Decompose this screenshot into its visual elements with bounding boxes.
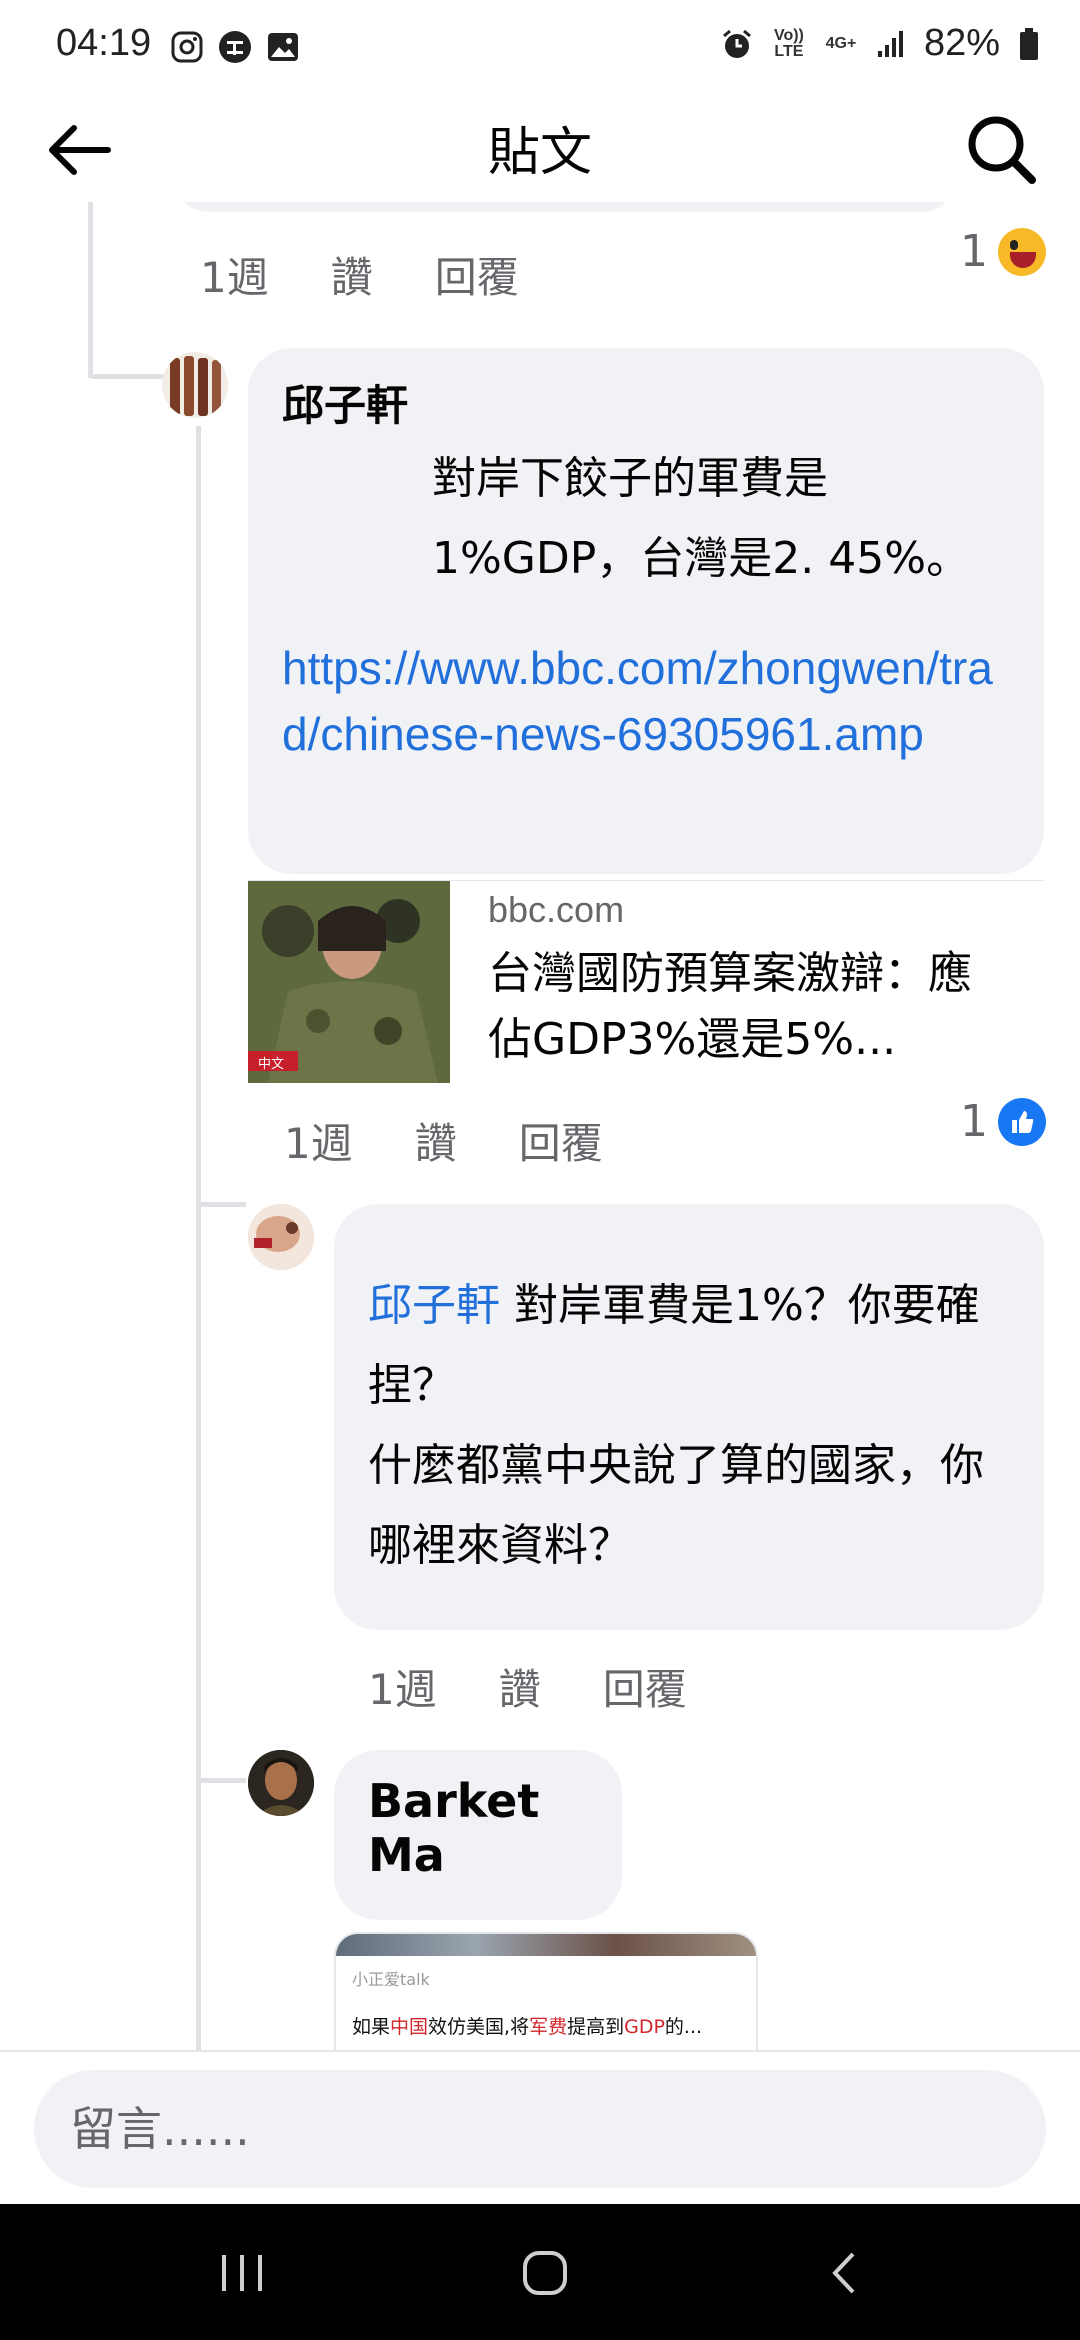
like-icon: [998, 1097, 1046, 1146]
comment-link[interactable]: https://www.bbc.com/zhongwen/trad/chines…: [282, 635, 1010, 767]
reply-button[interactable]: 回覆: [435, 244, 519, 305]
reaction-summary[interactable]: 1: [960, 1096, 1046, 1147]
thread-line: [88, 374, 164, 379]
preview-badge: 中文: [258, 1057, 285, 1072]
shared-title-part: 中国: [390, 2016, 429, 2038]
like-button[interactable]: 讚: [499, 1656, 541, 1717]
comment-time: 1週: [284, 1119, 353, 1168]
shared-post-source: 小正爱talk: [352, 1970, 430, 1989]
comment-text-content: 對岸下餃子的軍費是1%GDP，台灣是2. 45%。: [432, 453, 971, 584]
recent-apps-icon: [222, 2255, 262, 2291]
shared-post-title: 如果中国效仿美国,将军费提高到GDP的...: [352, 2012, 702, 2039]
reaction-count: 1: [960, 1096, 988, 1147]
top-app-bar: 貼文: [0, 92, 1080, 202]
home-button[interactable]: [510, 2238, 580, 2308]
comment-actions: 1週 讚 回覆: [284, 1110, 603, 1171]
avatar[interactable]: [248, 1204, 314, 1270]
page-title: 貼文: [487, 123, 592, 183]
comment-composer: [0, 2050, 1080, 2204]
status-indicators: Vo)) LTE 4G+ 82%: [720, 22, 1040, 65]
reply-button[interactable]: 回覆: [603, 1656, 687, 1717]
comment-input[interactable]: [34, 2070, 1046, 2188]
shared-title-part: 军费: [529, 2016, 568, 2038]
reaction-count: 1: [960, 226, 988, 277]
like-button[interactable]: 讚: [415, 1110, 457, 1171]
comment-author[interactable]: Barket Ma: [368, 1774, 588, 1882]
app-notification-icon: [219, 31, 251, 63]
avatar-image: [248, 1750, 314, 1816]
link-preview-title: 台灣國防預算案激辯：應佔GDP3%還是5%...: [488, 948, 972, 1065]
comment-text: 對岸下餃子的軍費是1%GDP，台灣是2. 45%。: [282, 439, 1010, 599]
search-icon[interactable]: [960, 108, 1040, 188]
reply-actions: 1週 讚 回覆: [368, 1656, 687, 1717]
avatar-image: [162, 352, 228, 418]
alarm-icon: [722, 29, 751, 58]
reply-button[interactable]: 回覆: [519, 1110, 603, 1171]
link-preview-domain: bbc.com: [488, 889, 625, 930]
shared-title-part: GDP: [624, 2016, 665, 2038]
home-icon: [523, 2251, 567, 2295]
comment-bubble: 邱子軒 對岸下餃子的軍費是1%GDP，台灣是2. 45%。 https://ww…: [248, 348, 1044, 874]
recent-apps-button[interactable]: [208, 2238, 278, 2308]
shared-title-part: 提高到: [567, 2016, 625, 2038]
thread-line: [88, 202, 93, 378]
comment-author[interactable]: 邱子軒: [282, 372, 1010, 433]
shared-title-part: 如果: [352, 2016, 391, 2038]
avatar[interactable]: [162, 352, 228, 418]
comment-time: 1週: [368, 1665, 437, 1714]
previous-comment-actions: 1週 讚 回覆: [200, 244, 519, 305]
battery-icon: [1020, 27, 1038, 60]
reaction-summary[interactable]: 1: [960, 226, 1046, 277]
reply-bubble: 邱子軒 對岸軍費是1%？你要確捏？ 什麼都黨中央說了算的國家，你哪裡來資料？: [334, 1204, 1044, 1630]
status-time: 04:19: [56, 22, 152, 64]
reply-text-line2: 什麼都黨中央說了算的國家，你哪裡來資料？: [368, 1440, 984, 1571]
shared-title-part: 的...: [664, 2016, 703, 2038]
system-nav-bar: [0, 2204, 1080, 2340]
thread-line: [196, 1202, 246, 1207]
mention-link[interactable]: 邱子軒: [368, 1280, 500, 1331]
link-preview-image: 中文: [248, 881, 450, 1083]
thread-line: [196, 1778, 246, 1783]
shared-post-card[interactable]: 小正爱talk 如果中国效仿美国,将军费提高到GDP的...: [334, 1932, 758, 2050]
comment-time: 1週: [200, 253, 269, 302]
reply-text: 邱子軒 對岸軍費是1%？你要確捏？ 什麼都黨中央說了算的國家，你哪裡來資料？: [368, 1266, 1010, 1586]
gallery-icon: [268, 33, 298, 61]
back-button[interactable]: [810, 2238, 880, 2308]
back-icon: [832, 2252, 855, 2294]
signal-icon: [877, 30, 903, 57]
comment-thread: 1週 讚 回覆 1 邱子軒 對岸下餃子的軍費是1%GDP，台灣是2. 45%。 …: [0, 202, 1080, 2050]
avatar-image: [248, 1204, 314, 1270]
reply-bubble: Barket Ma: [334, 1750, 622, 1920]
network-type-indicator: 4G+: [825, 34, 857, 52]
avatar[interactable]: [248, 1750, 314, 1816]
shared-title-part: 效仿美国,将: [428, 2016, 530, 2038]
link-preview-card[interactable]: 中文 bbc.com 台灣國防預算案激辯：應佔GDP3%還是5%...: [248, 880, 1044, 1083]
thread-line: [196, 426, 201, 2050]
volte-indicator: Vo)) LTE: [773, 26, 804, 60]
shared-post-thumbnail: [336, 1934, 756, 1956]
haha-emoji-icon: [998, 227, 1046, 276]
battery-percent: 82%: [923, 22, 1000, 64]
instagram-icon: [171, 31, 203, 63]
status-bar: 04:19 Vo)) LTE 4G+ 82%: [0, 0, 1080, 92]
like-button[interactable]: 讚: [331, 244, 373, 305]
previous-comment-bubble: [170, 202, 960, 212]
